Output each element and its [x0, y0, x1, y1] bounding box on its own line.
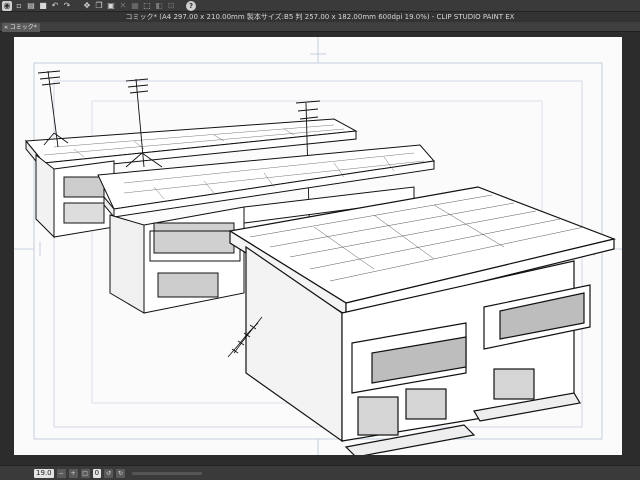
tab-label: コミック*	[9, 24, 37, 31]
help-icon[interactable]: ?	[186, 0, 196, 11]
building-illustration	[14, 37, 622, 455]
canvas-page[interactable]	[14, 37, 622, 455]
eye-icon[interactable]: ◉	[2, 0, 12, 11]
redo-icon[interactable]: ↷	[62, 1, 72, 11]
undo-icon[interactable]: ↶	[50, 1, 60, 11]
zoom-out-icon[interactable]: −	[56, 468, 66, 478]
clear-icon[interactable]: ✕	[118, 1, 128, 11]
rotate-right-icon[interactable]: ↻	[116, 468, 126, 478]
fill-icon[interactable]: ▦	[130, 1, 140, 11]
zoom-field[interactable]: 19.0	[34, 468, 54, 478]
canvas-area[interactable]	[0, 33, 640, 465]
app-window: ◉ ▫ ▤ ■ ↶ ↷ ✥ ❐ ▣ ✕ ▦ ⬚ ◧ ⊡ ? コミック* (A4 …	[0, 0, 640, 480]
copy-icon[interactable]: ❐	[94, 1, 104, 11]
invert-icon[interactable]: ◧	[154, 1, 164, 11]
deselect-icon[interactable]: ⊡	[166, 1, 176, 11]
command-bar: ◉ ▫ ▤ ■ ↶ ↷ ✥ ❐ ▣ ✕ ▦ ⬚ ◧ ⊡ ?	[0, 0, 640, 12]
selection-icon[interactable]: ⬚	[142, 1, 152, 11]
rotation-field[interactable]: 0	[92, 468, 102, 478]
open-file-icon[interactable]: ▤	[26, 1, 36, 11]
rotate-left-icon[interactable]: ↺	[104, 468, 114, 478]
navigation-slider[interactable]	[132, 471, 203, 475]
status-bar: 19.0 − + □ 0 ↺ ↻	[0, 465, 640, 480]
fit-icon[interactable]: □	[80, 468, 90, 478]
new-file-icon[interactable]: ▫	[14, 1, 24, 11]
window-title: コミック* (A4 297.00 x 210.00mm 製本サイズ:B5 判 2…	[0, 12, 640, 22]
zoom-in-icon[interactable]: +	[68, 468, 78, 478]
transform-icon[interactable]: ✥	[82, 1, 92, 11]
save-icon[interactable]: ■	[38, 1, 48, 11]
document-tab[interactable]: ✕ コミック*	[2, 23, 40, 32]
paste-icon[interactable]: ▣	[106, 1, 116, 11]
document-tab-bar: ✕ コミック*	[0, 22, 640, 32]
